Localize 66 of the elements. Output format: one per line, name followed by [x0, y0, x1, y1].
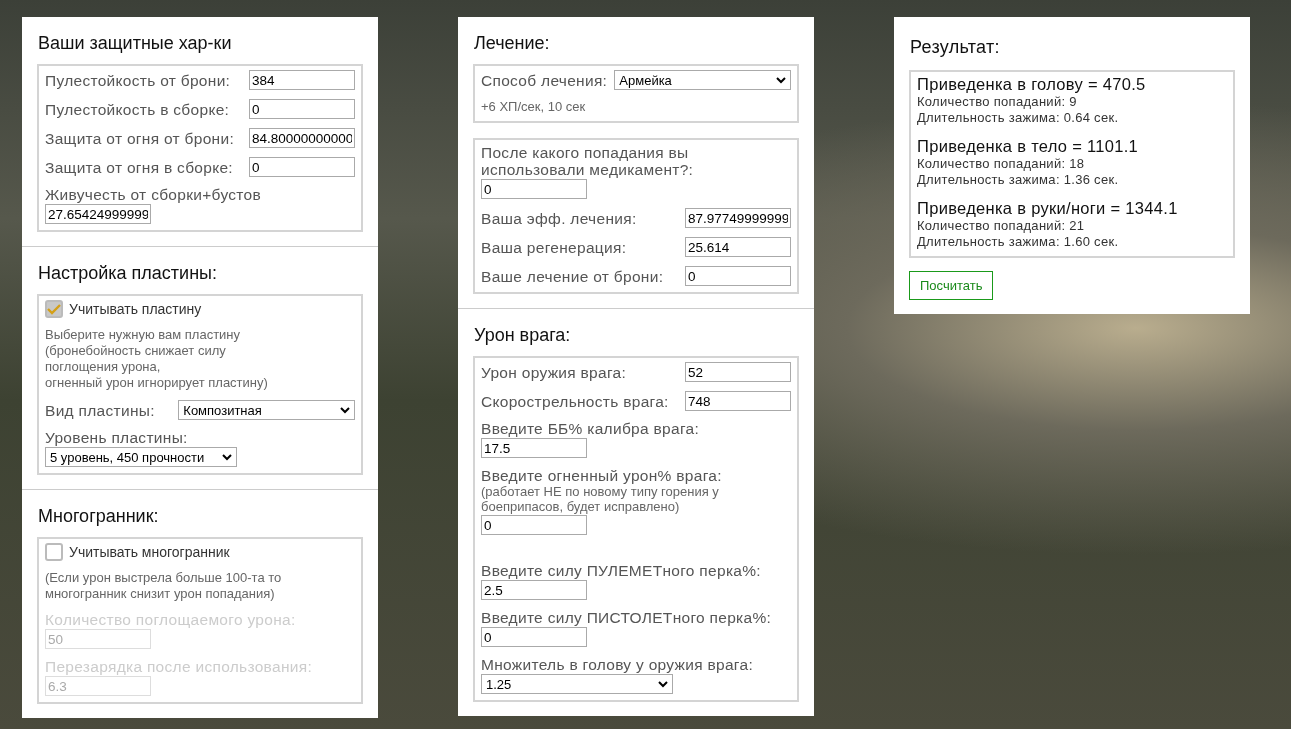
dropdown[interactable]: Композитная	[178, 400, 355, 420]
result-line: Длительность зажима: 1.60 сек.	[917, 234, 1120, 250]
field-label: Введите силу ПИСТОЛЕТного перка%:	[481, 609, 772, 626]
result-line: Количество попаданий: 21	[917, 218, 1086, 234]
calculate-button[interactable]: Посчитать	[909, 271, 994, 300]
field-label: После какого попадания вы использовали медикамент?:	[481, 144, 695, 178]
field-label: Вид пластины:	[45, 401, 155, 419]
section-title: Ваши защитные хар-ки	[38, 33, 233, 54]
result-line: Количество попаданий: 9	[917, 94, 1078, 110]
input-field[interactable]: 384	[249, 70, 355, 90]
input-field[interactable]: 27.65424999999	[45, 204, 151, 224]
field-label: Множитель в голову у оружия врага:	[481, 656, 753, 673]
field-label: Пулестойкость от брони:	[45, 71, 231, 89]
input-field[interactable]: 17.5	[481, 438, 587, 458]
dropdown[interactable]: 5 уровень, 450 прочности	[45, 447, 238, 467]
field-label: Уровень пластины:	[45, 429, 188, 446]
dropdown[interactable]: Армейка	[614, 70, 791, 90]
section-title: Результат:	[910, 37, 1001, 58]
checkbox[interactable]	[45, 300, 63, 318]
checkbox-label[interactable]: Учитывать многогранник	[69, 544, 230, 560]
input-field[interactable]: 0	[481, 179, 587, 199]
result-heading: Приведенка в тело = 1101.1	[917, 137, 1140, 156]
hint-text: Выберите нужную вам пластину (бронебойность снижает силу поглощения урона, огненный урон игнорирует пластину)	[45, 327, 269, 391]
field-label: Введите силу ПУЛЕМЕТного перка%:	[481, 562, 761, 579]
checkbox-label[interactable]: Учитывать пластину	[69, 301, 202, 317]
input-field[interactable]: 0	[249, 157, 355, 177]
input-field[interactable]: 25.614	[685, 237, 791, 257]
hint-text: (Если урон выстрела больше 100-та то многогранник снизит урон попадания)	[45, 570, 283, 602]
field-label: Скорострельность врага:	[481, 392, 669, 410]
chevron-down-icon	[222, 453, 233, 461]
field-label: Введите огненный урон% врага:	[481, 467, 723, 484]
field-label: Ваша регенерация:	[481, 238, 627, 256]
field-label: Живучесть от сборки+бустов	[45, 186, 262, 203]
section-title: Настройка пластины:	[38, 263, 219, 284]
section-title: Многогранник:	[38, 506, 160, 527]
input-field[interactable]: 84.80000000000	[249, 128, 355, 148]
chevron-down-icon	[658, 680, 669, 688]
result-line: Количество попаданий: 18	[917, 156, 1086, 172]
input-field[interactable]: 87.97749999999	[685, 208, 791, 228]
input-field[interactable]: 0	[481, 515, 587, 535]
chevron-down-icon	[340, 406, 350, 414]
checkbox[interactable]	[45, 543, 63, 561]
result-heading: Приведенка в голову = 470.5	[917, 75, 1147, 94]
field-label: Защита от огня в сборке:	[45, 158, 233, 176]
input-field[interactable]: 0	[685, 266, 791, 286]
input-field[interactable]: 0	[481, 627, 587, 647]
field-label: Урон оружия врага:	[481, 363, 627, 381]
input-field[interactable]: 748	[685, 391, 791, 411]
field-label: Защита от огня от брони:	[45, 129, 234, 147]
hint-text: +6 ХП/сек, 10 сек	[481, 99, 587, 115]
section-title: Лечение:	[474, 33, 551, 54]
field-label: Ваша эфф. лечения:	[481, 209, 637, 227]
result-line: Длительность зажима: 0.64 сек.	[917, 110, 1120, 126]
field-label: Введите ББ% калибра врага:	[481, 420, 700, 437]
section-title: Урон врага:	[474, 325, 572, 346]
field-label: Пулестойкость в сборке:	[45, 100, 230, 118]
input-field[interactable]: 2.5	[481, 580, 587, 600]
dropdown[interactable]: 1.25	[481, 674, 674, 694]
result-heading: Приведенка в руки/ноги = 1344.1	[917, 199, 1179, 218]
field-label: Способ лечения:	[481, 71, 608, 89]
input-field[interactable]: 0	[249, 99, 355, 119]
input-field[interactable]: 52	[685, 362, 791, 382]
field-label: Ваше лечение от брони:	[481, 267, 664, 285]
field-hint: (работает НЕ по новому типу горения у боеприпасов, будет исправлено)	[481, 484, 720, 514]
chevron-down-icon	[776, 76, 786, 84]
result-line: Длительность зажима: 1.36 сек.	[917, 172, 1120, 188]
